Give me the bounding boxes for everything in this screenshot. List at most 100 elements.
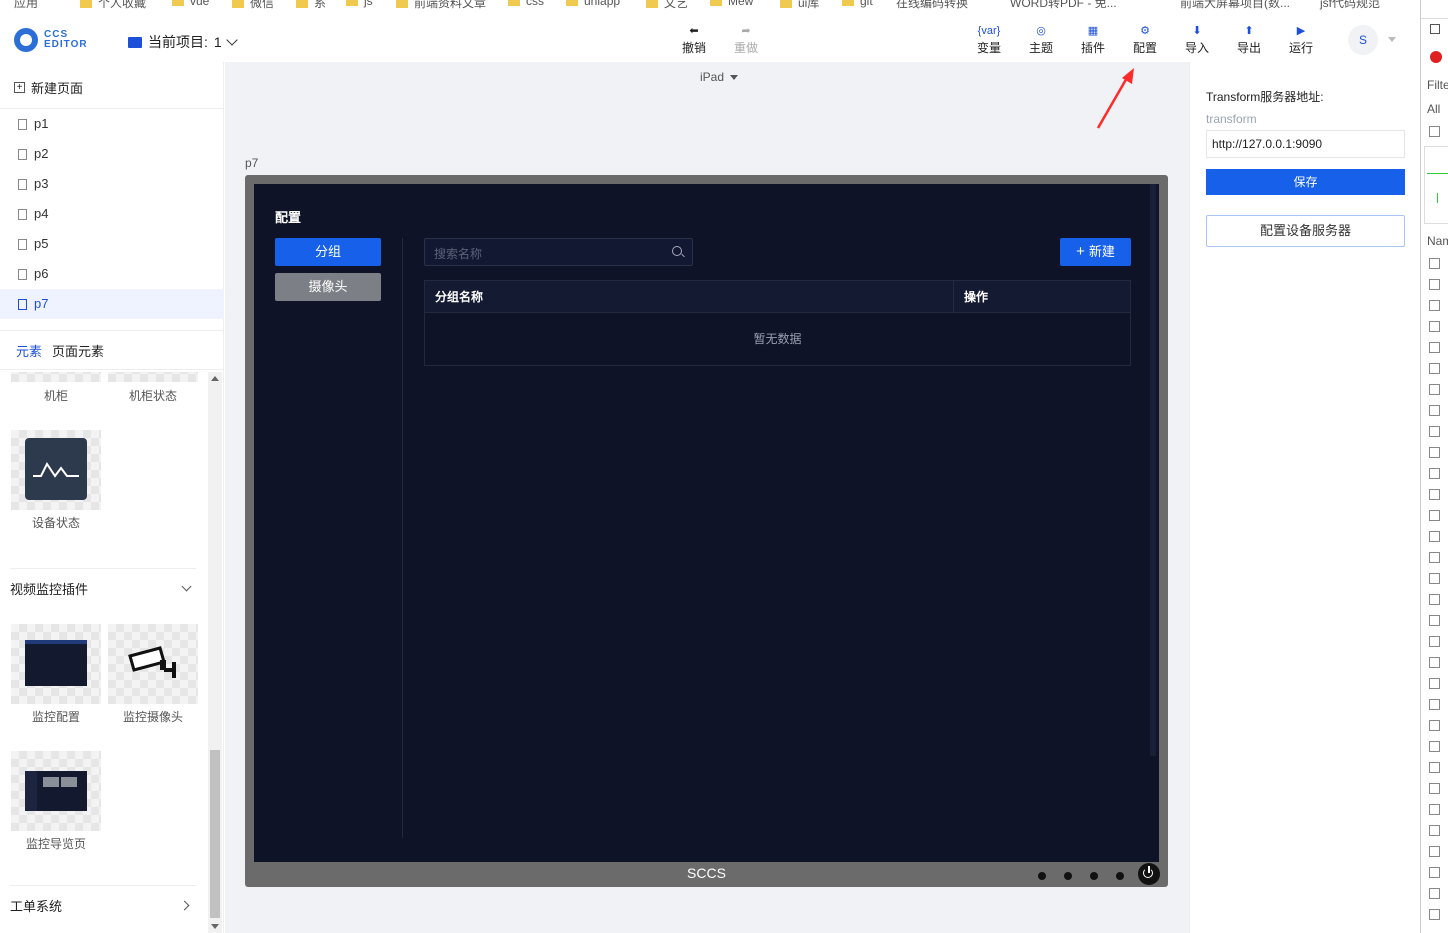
tab-page-elements[interactable]: 页面元素	[52, 341, 104, 360]
request-row-checkbox[interactable]	[1429, 426, 1440, 437]
search-input[interactable]: 搜索名称	[424, 238, 693, 266]
new-page-button[interactable]: + 新建页面	[14, 78, 83, 97]
tab-elements[interactable]: 元素	[16, 341, 42, 360]
bookmark-item[interactable]: 文艺	[646, 0, 688, 10]
bookmark-item[interactable]: 微信	[232, 0, 274, 10]
bookmark-item[interactable]: Mew	[710, 0, 753, 8]
request-row-checkbox[interactable]	[1429, 846, 1440, 857]
request-row-checkbox[interactable]	[1429, 510, 1440, 521]
request-row-checkbox[interactable]	[1429, 384, 1440, 395]
record-icon[interactable]	[1430, 51, 1442, 63]
screen-scrollbar[interactable]	[1150, 184, 1156, 756]
bookmark-item[interactable]: 前端大屏幕项目(数...	[1180, 0, 1290, 10]
request-row-checkbox[interactable]	[1429, 804, 1440, 815]
page-item-p6[interactable]: p6	[0, 259, 224, 289]
run-button[interactable]: ▶ 运行	[1281, 24, 1321, 56]
request-row-checkbox[interactable]	[1429, 720, 1440, 731]
new-button[interactable]: + 新建	[1060, 238, 1131, 266]
request-row-checkbox[interactable]	[1429, 300, 1440, 311]
request-row-checkbox[interactable]	[1429, 489, 1440, 500]
page-item-p3[interactable]: p3	[0, 169, 224, 199]
bookmark-item[interactable]: jsf代码规范	[1320, 0, 1380, 10]
bookmark-item[interactable]: 系	[296, 0, 326, 10]
request-row-checkbox[interactable]	[1429, 783, 1440, 794]
theme-button[interactable]: ◎ 主题	[1021, 24, 1061, 56]
redo-button[interactable]: ➦ 重做	[726, 24, 766, 56]
plugin-button[interactable]: ▦ 插件	[1073, 24, 1113, 56]
timeline-overview[interactable]	[1424, 146, 1448, 224]
config-device-server-button[interactable]: 配置设备服务器	[1206, 215, 1405, 247]
bookmark-item[interactable]: vue	[172, 0, 209, 8]
palette-scrollbar[interactable]	[208, 372, 222, 933]
request-row-checkbox[interactable]	[1429, 279, 1440, 290]
export-button[interactable]: ⬆ 导出	[1229, 24, 1269, 56]
request-row-checkbox[interactable]	[1429, 321, 1440, 332]
undo-button[interactable]: ⬅ 撤销	[674, 24, 714, 56]
request-row-checkbox[interactable]	[1429, 909, 1440, 920]
component-monitor-nav[interactable]	[11, 751, 101, 831]
request-row-checkbox[interactable]	[1429, 888, 1440, 899]
app-logo[interactable]: CCS EDITOR	[14, 28, 88, 52]
request-row-checkbox[interactable]	[1429, 594, 1440, 605]
section-ticket-system[interactable]: 工单系统	[10, 885, 196, 925]
filter-all[interactable]: All	[1427, 102, 1440, 116]
bookmark-item[interactable]: 前端资料文章	[396, 0, 486, 10]
search-icon[interactable]	[672, 246, 682, 256]
chevron-down-icon[interactable]	[1388, 37, 1396, 42]
component-cabinet-status[interactable]	[108, 372, 198, 382]
page-item-p5[interactable]: p5	[0, 229, 224, 259]
request-row-checkbox[interactable]	[1429, 741, 1440, 752]
request-row-checkbox[interactable]	[1429, 552, 1440, 563]
scroll-up-icon[interactable]	[211, 376, 219, 381]
bookmark-item[interactable]: WORD转PDF - 免...	[1010, 0, 1117, 10]
power-icon[interactable]	[1138, 863, 1160, 885]
request-row-checkbox[interactable]	[1429, 342, 1440, 353]
bookmark-item[interactable]: css	[508, 0, 544, 8]
bookmark-item[interactable]: 个人收藏	[80, 0, 146, 10]
bookmark-apps[interactable]: 应用	[14, 0, 38, 10]
request-row-checkbox[interactable]	[1429, 531, 1440, 542]
request-row-checkbox[interactable]	[1429, 258, 1440, 269]
request-row-checkbox[interactable]	[1429, 678, 1440, 689]
section-video-monitor[interactable]: 视频监控插件	[10, 568, 196, 608]
bookmark-item[interactable]: git	[842, 0, 873, 8]
project-selector[interactable]: 当前项目: 1	[128, 32, 238, 52]
filter-input[interactable]: Filte	[1427, 78, 1448, 92]
save-button[interactable]: 保存	[1206, 169, 1405, 195]
request-row-checkbox[interactable]	[1429, 447, 1440, 458]
page-item-p4[interactable]: p4	[0, 199, 224, 229]
page-item-p1[interactable]: p1	[0, 109, 224, 139]
camera-button[interactable]: 摄像头	[275, 273, 381, 301]
request-row-checkbox[interactable]	[1429, 762, 1440, 773]
component-cabinet[interactable]	[11, 372, 101, 382]
scrollbar-thumb[interactable]	[210, 750, 220, 918]
bookmark-item[interactable]: 在线编码转换	[896, 0, 968, 10]
request-row-checkbox[interactable]	[1429, 636, 1440, 647]
request-row-checkbox[interactable]	[1429, 405, 1440, 416]
component-monitor-config[interactable]	[11, 624, 101, 704]
transform-url-field[interactable]	[1206, 130, 1405, 158]
page-item-p2[interactable]: p2	[0, 139, 224, 169]
checkbox[interactable]	[1429, 126, 1440, 137]
variable-button[interactable]: {var} 变量	[969, 24, 1009, 56]
group-button[interactable]: 分组	[275, 238, 381, 266]
request-row-checkbox[interactable]	[1429, 363, 1440, 374]
avatar[interactable]: S	[1348, 25, 1378, 55]
bookmark-item[interactable]: ui库	[780, 0, 819, 10]
device-selector[interactable]: iPad	[700, 70, 739, 84]
request-row-checkbox[interactable]	[1429, 615, 1440, 626]
request-row-checkbox[interactable]	[1429, 573, 1440, 584]
request-row-checkbox[interactable]	[1429, 657, 1440, 668]
bookmark-item[interactable]: js	[346, 0, 373, 8]
import-button[interactable]: ⬇ 导入	[1177, 24, 1217, 56]
page-item-p7[interactable]: p7	[0, 289, 224, 319]
inspect-icon[interactable]	[1430, 24, 1440, 34]
request-row-checkbox[interactable]	[1429, 699, 1440, 710]
config-button[interactable]: ⚙ 配置	[1125, 24, 1165, 56]
request-row-checkbox[interactable]	[1429, 867, 1440, 878]
scroll-down-icon[interactable]	[211, 924, 219, 929]
component-monitor-camera[interactable]	[108, 624, 198, 704]
bookmark-item[interactable]: uniapp	[566, 0, 620, 8]
component-device-status[interactable]	[11, 430, 101, 510]
request-row-checkbox[interactable]	[1429, 468, 1440, 479]
